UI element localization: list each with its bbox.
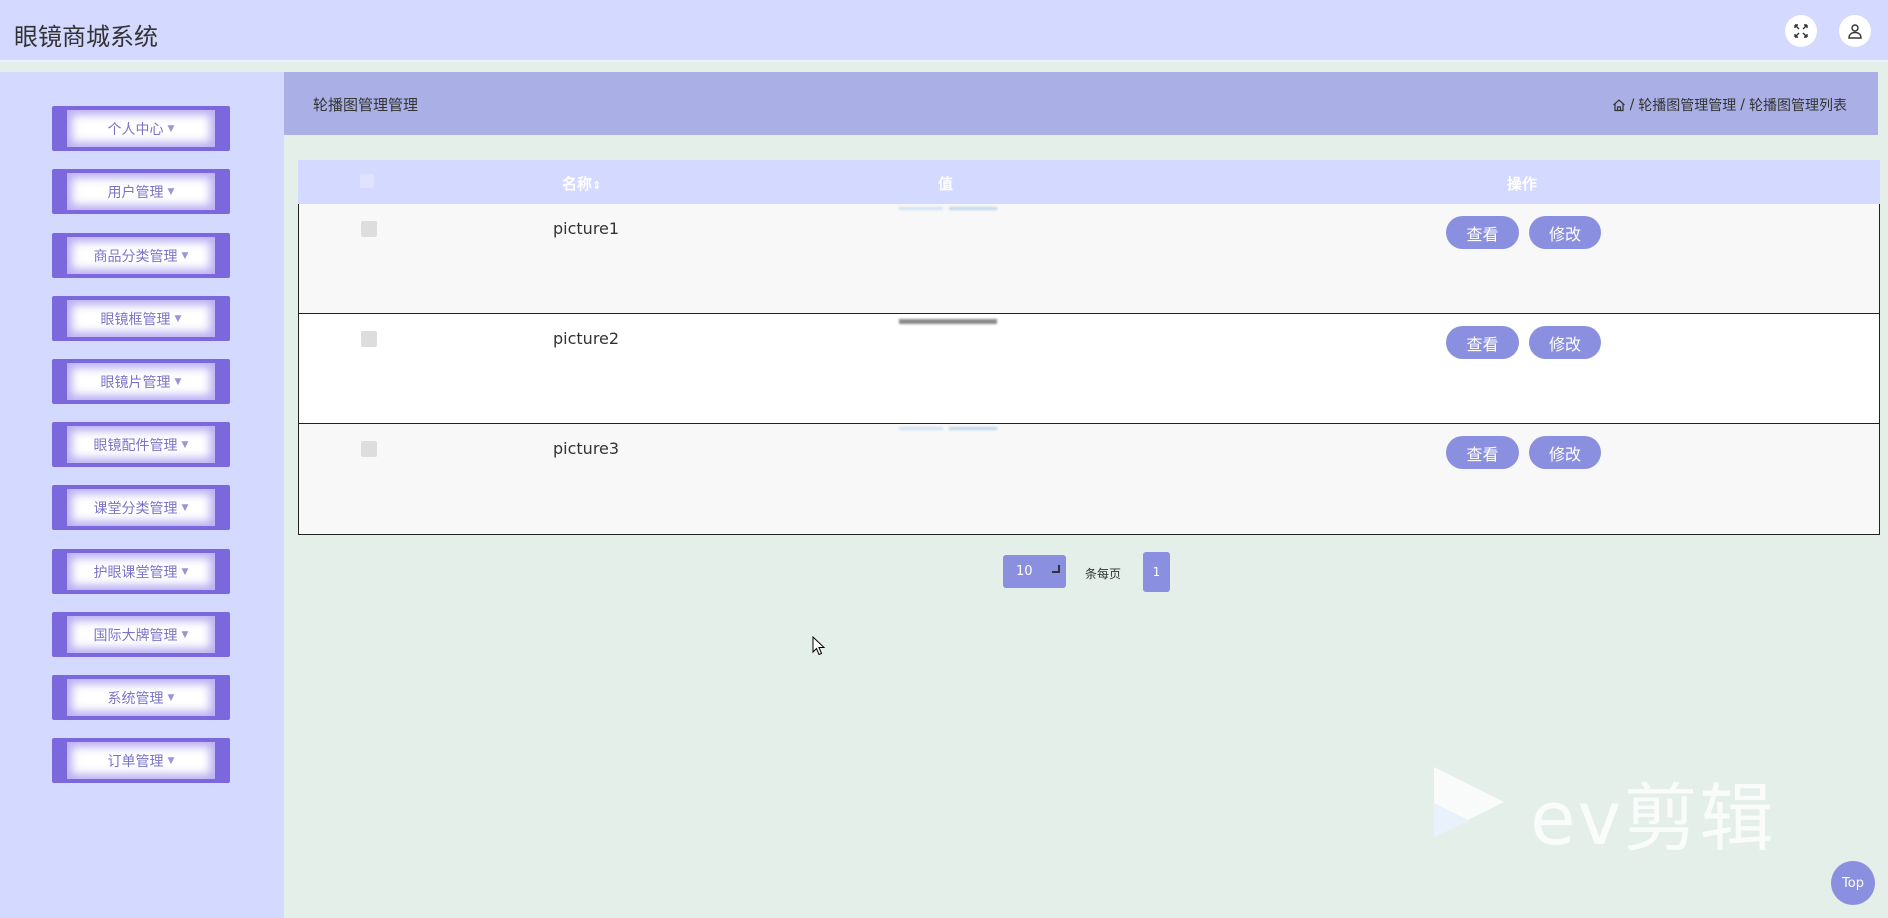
row-value-image bbox=[899, 427, 999, 433]
edit-button[interactable]: 修改 bbox=[1529, 216, 1601, 249]
sidebar-item-label: 个人中心 bbox=[107, 121, 164, 138]
row-name: picture2 bbox=[553, 329, 620, 348]
sidebar-item-label: 课堂分类管理 bbox=[93, 500, 178, 517]
sidebar-item-frame-management[interactable]: 眼镜框管理 ▼ bbox=[52, 296, 230, 341]
row-name: picture1 bbox=[553, 219, 620, 238]
select-all-checkbox[interactable] bbox=[360, 174, 374, 188]
sidebar-item-eye-care-class-management[interactable]: 护眼课堂管理 ▼ bbox=[52, 549, 230, 594]
chevron-down-icon bbox=[1052, 565, 1060, 573]
breadcrumb-separator: / bbox=[1740, 97, 1745, 113]
sidebar-item-user-management[interactable]: 用户管理 ▼ bbox=[52, 169, 230, 214]
edit-button[interactable]: 修改 bbox=[1529, 326, 1601, 359]
row-value-image bbox=[899, 207, 999, 213]
caret-down-icon: ▼ bbox=[167, 692, 175, 703]
home-icon[interactable] bbox=[1612, 98, 1626, 112]
column-header-name[interactable]: 名称⇕ bbox=[562, 173, 601, 194]
caret-down-icon: ▼ bbox=[174, 376, 182, 387]
sidebar-item-label: 商品分类管理 bbox=[93, 248, 178, 265]
fullscreen-icon bbox=[1794, 24, 1808, 38]
caret-down-icon: ▼ bbox=[181, 629, 189, 640]
caret-down-icon: ▼ bbox=[181, 250, 189, 261]
caret-down-icon: ▼ bbox=[174, 313, 182, 324]
back-to-top-button[interactable]: Top bbox=[1831, 861, 1875, 905]
sidebar-item-label: 眼镜框管理 bbox=[100, 311, 171, 328]
breadcrumb: / 轮播图管理管理 / 轮播图管理列表 bbox=[1612, 95, 1847, 115]
page-number-button[interactable]: 1 bbox=[1143, 552, 1170, 592]
sidebar-item-class-category-management[interactable]: 课堂分类管理 ▼ bbox=[52, 485, 230, 530]
table-header: 名称⇕ 值 操作 bbox=[298, 160, 1880, 204]
sidebar-item-label: 眼镜配件管理 bbox=[93, 437, 178, 454]
page-size-value: 10 bbox=[1016, 564, 1033, 579]
sort-icon[interactable]: ⇕ bbox=[592, 179, 601, 192]
table-row: picture2 查看 修改 bbox=[299, 314, 1879, 424]
column-name-label: 名称 bbox=[562, 175, 593, 193]
carousel-table: 名称⇕ 值 操作 picture1 查看 修改 picture2 查看 修改 p… bbox=[298, 160, 1880, 535]
caret-down-icon: ▼ bbox=[167, 755, 175, 766]
page-size-label: 条每页 bbox=[1085, 567, 1122, 581]
sidebar-item-label: 护眼课堂管理 bbox=[93, 564, 178, 581]
fullscreen-button[interactable] bbox=[1785, 15, 1817, 47]
caret-down-icon: ▼ bbox=[167, 123, 175, 134]
row-checkbox[interactable] bbox=[361, 221, 377, 237]
sidebar-item-order-management[interactable]: 订单管理 ▼ bbox=[52, 738, 230, 783]
sidebar-item-brand-management[interactable]: 国际大牌管理 ▼ bbox=[52, 612, 230, 657]
play-logo-icon bbox=[1434, 767, 1504, 837]
watermark: ev剪辑 bbox=[1430, 763, 1800, 862]
sidebar: 个人中心 ▼ 用户管理 ▼ 商品分类管理 ▼ 眼镜框管理 ▼ 眼镜片管理 ▼ 眼镜配件管理… bbox=[0, 72, 284, 918]
content-header: 轮播图管理管理 / 轮播图管理管理 / 轮播图管理列表 bbox=[284, 72, 1878, 135]
mouse-cursor-icon bbox=[812, 636, 826, 656]
table-row: picture3 查看 修改 bbox=[299, 424, 1879, 534]
caret-down-icon: ▼ bbox=[181, 439, 189, 450]
sidebar-item-personal-center[interactable]: 个人中心 ▼ bbox=[52, 106, 230, 151]
watermark-text: ev剪辑 bbox=[1530, 776, 1776, 862]
edit-button[interactable]: 修改 bbox=[1529, 436, 1601, 469]
sidebar-item-accessory-management[interactable]: 眼镜配件管理 ▼ bbox=[52, 422, 230, 467]
sidebar-item-label: 用户管理 bbox=[107, 184, 164, 201]
sidebar-item-label: 订单管理 bbox=[107, 753, 164, 770]
app-title: 眼镜商城系统 bbox=[14, 23, 158, 51]
page-size-select[interactable]: 10 bbox=[1003, 555, 1066, 588]
page-title: 轮播图管理管理 bbox=[313, 96, 419, 114]
caret-down-icon: ▼ bbox=[181, 502, 189, 513]
caret-down-icon: ▼ bbox=[167, 186, 175, 197]
sidebar-item-label: 系统管理 bbox=[107, 690, 164, 707]
sidebar-item-label: 国际大牌管理 bbox=[93, 627, 178, 644]
breadcrumb-item[interactable]: 轮播图管理管理 bbox=[1638, 95, 1736, 115]
breadcrumb-item: 轮播图管理列表 bbox=[1749, 98, 1847, 114]
top-header: 眼镜商城系统 bbox=[0, 0, 1888, 62]
sidebar-item-category-management[interactable]: 商品分类管理 ▼ bbox=[52, 233, 230, 278]
breadcrumb-separator: / bbox=[1629, 97, 1635, 113]
column-header-value: 值 bbox=[938, 175, 954, 193]
view-button[interactable]: 查看 bbox=[1446, 216, 1519, 249]
view-button[interactable]: 查看 bbox=[1446, 436, 1519, 469]
view-button[interactable]: 查看 bbox=[1446, 326, 1519, 359]
row-value-image bbox=[899, 317, 999, 324]
row-name: picture3 bbox=[553, 439, 620, 458]
caret-down-icon: ▼ bbox=[181, 566, 189, 577]
user-icon bbox=[1848, 24, 1862, 39]
row-checkbox[interactable] bbox=[361, 441, 377, 457]
table-body: picture1 查看 修改 picture2 查看 修改 picture3 查… bbox=[298, 204, 1880, 535]
user-button[interactable] bbox=[1839, 15, 1871, 47]
sidebar-item-lens-management[interactable]: 眼镜片管理 ▼ bbox=[52, 359, 230, 404]
sidebar-item-system-management[interactable]: 系统管理 ▼ bbox=[52, 675, 230, 720]
row-checkbox[interactable] bbox=[361, 331, 377, 347]
column-header-actions: 操作 bbox=[1507, 175, 1538, 193]
table-row: picture1 查看 修改 bbox=[299, 204, 1879, 314]
sidebar-item-label: 眼镜片管理 bbox=[100, 374, 171, 391]
